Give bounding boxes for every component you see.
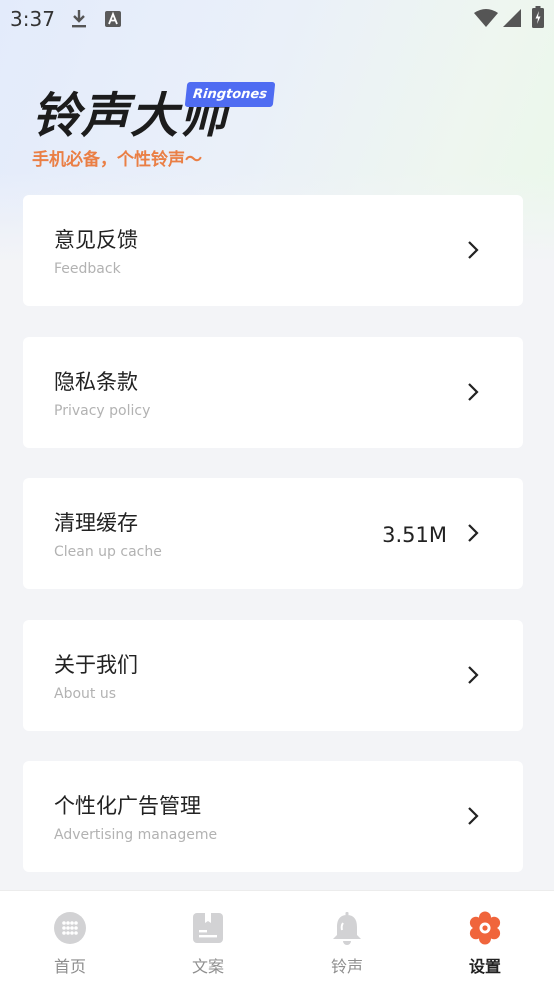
app-notification-icon bbox=[105, 11, 121, 27]
chevron-right-icon bbox=[468, 383, 479, 401]
bell-icon bbox=[333, 912, 361, 945]
about-us-title: 关于我们 bbox=[54, 653, 138, 677]
ad-management-item[interactable]: 个性化广告管理 Advertising manageme bbox=[23, 761, 523, 872]
tab-settings-label: 设置 bbox=[468, 957, 501, 976]
status-bar: 3:37 bbox=[0, 0, 554, 40]
chevron-right-icon bbox=[468, 807, 479, 825]
tab-copywriting-label: 文案 bbox=[191, 957, 224, 976]
settings-flower-icon bbox=[469, 911, 501, 945]
cache-size-value: 3.51M bbox=[382, 523, 447, 547]
wifi-icon bbox=[474, 9, 498, 27]
notebook-icon bbox=[193, 913, 223, 943]
chevron-right-icon bbox=[468, 524, 479, 542]
about-us-subtitle: About us bbox=[54, 686, 117, 702]
status-time: 3:37 bbox=[10, 7, 55, 31]
feedback-subtitle: Feedback bbox=[54, 261, 121, 277]
ad-management-subtitle: Advertising manageme bbox=[54, 827, 218, 843]
tab-home[interactable]: 首页 bbox=[0, 891, 138, 985]
clear-cache-subtitle: Clean up cache bbox=[54, 544, 162, 560]
about-us-item[interactable]: 关于我们 About us bbox=[23, 620, 523, 731]
grid-dots-icon bbox=[54, 912, 86, 944]
battery-charging-icon bbox=[532, 6, 544, 28]
tab-settings[interactable]: 设置 bbox=[415, 891, 553, 985]
tab-copywriting[interactable]: 文案 bbox=[138, 891, 276, 985]
feedback-title: 意见反馈 bbox=[54, 228, 138, 252]
chevron-right-icon bbox=[468, 666, 479, 684]
privacy-policy-item[interactable]: 隐私条款 Privacy policy bbox=[23, 337, 523, 448]
ringtones-badge: Ringtones bbox=[184, 82, 276, 107]
clear-cache-item[interactable]: 清理缓存 Clean up cache 3.51M bbox=[23, 478, 523, 589]
tab-ringtones[interactable]: 铃声 bbox=[277, 891, 415, 985]
privacy-policy-subtitle: Privacy policy bbox=[54, 403, 151, 419]
ad-management-title: 个性化广告管理 bbox=[54, 794, 201, 818]
bottom-navigation: 首页 文案 铃声 设置 bbox=[0, 890, 554, 985]
tab-home-label: 首页 bbox=[53, 957, 86, 976]
app-slogan: 手机必备，个性铃声～ bbox=[32, 150, 202, 170]
tab-ringtones-label: 铃声 bbox=[330, 957, 363, 976]
feedback-item[interactable]: 意见反馈 Feedback bbox=[23, 195, 523, 306]
clear-cache-title: 清理缓存 bbox=[54, 511, 138, 535]
download-icon bbox=[72, 10, 86, 28]
privacy-policy-title: 隐私条款 bbox=[54, 370, 138, 394]
chevron-right-icon bbox=[468, 241, 479, 259]
cellular-signal-icon bbox=[503, 9, 521, 27]
